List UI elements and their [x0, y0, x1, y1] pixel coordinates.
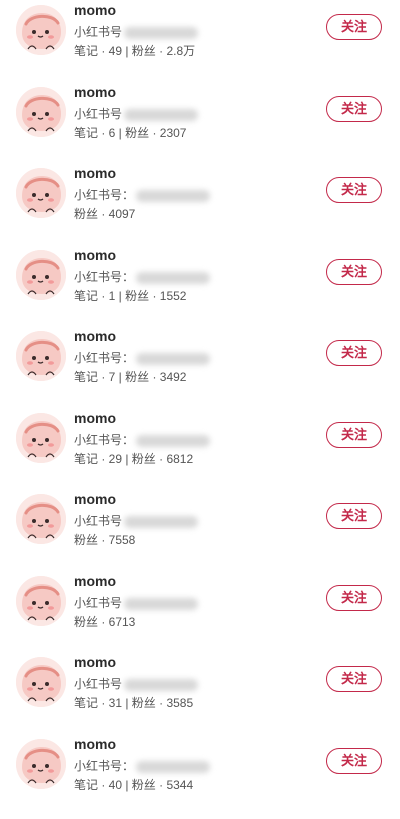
follow-button[interactable]: 关注: [326, 177, 382, 203]
user-name[interactable]: momo: [74, 573, 116, 589]
user-name[interactable]: momo: [74, 491, 116, 507]
xhs-id-line: 小红书号: [74, 512, 199, 529]
follow-button[interactable]: 关注: [326, 585, 382, 611]
user-stats: 笔记 · 40 | 粉丝 · 5344: [74, 778, 194, 792]
follow-button[interactable]: 关注: [326, 748, 382, 774]
xhs-id-line: 小红书号: [74, 675, 199, 692]
xhs-id-label: 小红书号：: [74, 188, 135, 202]
xhs-id-line: 小红书号：: [74, 431, 211, 448]
user-stats: 笔记 · 7 | 粉丝 · 3492: [74, 370, 187, 384]
xhs-id-label: 小红书号：: [74, 351, 135, 365]
user-stats: 粉丝 · 4097: [74, 207, 136, 221]
redacted-id: [124, 597, 199, 610]
avatar[interactable]: [16, 739, 66, 789]
follow-button[interactable]: 关注: [326, 96, 382, 122]
follow-button[interactable]: 关注: [326, 340, 382, 366]
redacted-id: [136, 271, 211, 284]
user-list: momo 小红书号 笔记 · 49 | 粉丝 · 2.8万 关注 momo 小红书号 笔记 …: [0, 0, 400, 819]
avatar[interactable]: [16, 494, 66, 544]
xhs-id-line: 小红书号: [74, 105, 199, 122]
user-stats: 笔记 · 6 | 粉丝 · 2307: [74, 126, 187, 140]
user-stats: 笔记 · 29 | 粉丝 · 6812: [74, 452, 194, 466]
avatar[interactable]: [16, 87, 66, 137]
avatar[interactable]: [16, 576, 66, 626]
follow-button[interactable]: 关注: [326, 259, 382, 285]
xhs-id-line: 小红书号: [74, 23, 199, 40]
user-row[interactable]: momo 小红书号粉丝 · 6713 关注: [0, 571, 400, 653]
xhs-id-label: 小红书号：: [74, 270, 135, 284]
user-row[interactable]: momo 小红书号： 粉丝 · 4097 关注: [0, 163, 400, 245]
user-row[interactable]: momo 小红书号： 笔记 · 40 | 粉丝 · 5344 关注: [0, 734, 400, 816]
xhs-id-label: 小红书号: [74, 677, 123, 691]
user-name[interactable]: momo: [74, 165, 116, 181]
xhs-id-line: 小红书号：: [74, 186, 211, 203]
user-row[interactable]: momo 小红书号： 笔记 · 1 | 粉丝 · 1552 关注: [0, 245, 400, 327]
avatar[interactable]: [16, 5, 66, 55]
xhs-id-line: 小红书号：: [74, 757, 211, 774]
xhs-id-line: 小红书号：: [74, 268, 211, 285]
user-stats: 粉丝 · 7558: [74, 533, 136, 547]
user-row[interactable]: momo 小红书号笔记 · 49 | 粉丝 · 2.8万 关注: [0, 0, 400, 82]
user-name[interactable]: momo: [74, 410, 116, 426]
xhs-id-line: 小红书号：: [74, 349, 211, 366]
user-row[interactable]: momo 小红书号： 笔记 · 7 | 粉丝 · 3492 关注: [0, 326, 400, 408]
redacted-id: [124, 108, 199, 121]
redacted-id: [124, 515, 199, 528]
avatar[interactable]: [16, 413, 66, 463]
redacted-id: [136, 352, 211, 365]
xhs-id-label: 小红书号: [74, 596, 123, 610]
user-row[interactable]: momo 小红书号粉丝 · 7558 关注: [0, 489, 400, 571]
follow-button[interactable]: 关注: [326, 422, 382, 448]
avatar[interactable]: [16, 168, 66, 218]
user-stats: 笔记 · 49 | 粉丝 · 2.8万: [74, 44, 196, 58]
user-name[interactable]: momo: [74, 2, 116, 18]
xhs-id-label: 小红书号：: [74, 759, 135, 773]
xhs-id-label: 小红书号: [74, 514, 123, 528]
xhs-id-label: 小红书号: [74, 25, 123, 39]
xhs-id-label: 小红书号: [74, 107, 123, 121]
avatar[interactable]: [16, 250, 66, 300]
follow-button[interactable]: 关注: [326, 503, 382, 529]
user-row[interactable]: momo 小红书号笔记 · 31 | 粉丝 · 3585 关注: [0, 652, 400, 734]
user-name[interactable]: momo: [74, 328, 116, 344]
user-name[interactable]: momo: [74, 654, 116, 670]
avatar[interactable]: [16, 331, 66, 381]
redacted-id: [124, 26, 199, 39]
user-stats: 粉丝 · 6713: [74, 615, 136, 629]
redacted-id: [124, 678, 199, 691]
user-stats: 笔记 · 31 | 粉丝 · 3585: [74, 696, 194, 710]
user-row[interactable]: momo 小红书号笔记 · 6 | 粉丝 · 2307 关注: [0, 82, 400, 164]
avatar[interactable]: [16, 657, 66, 707]
redacted-id: [136, 434, 211, 447]
follow-button[interactable]: 关注: [326, 666, 382, 692]
user-name[interactable]: momo: [74, 736, 116, 752]
follow-button[interactable]: 关注: [326, 14, 382, 40]
redacted-id: [136, 760, 211, 773]
redacted-id: [136, 189, 211, 202]
user-name[interactable]: momo: [74, 84, 116, 100]
xhs-id-line: 小红书号: [74, 594, 199, 611]
xhs-id-label: 小红书号：: [74, 433, 135, 447]
user-stats: 笔记 · 1 | 粉丝 · 1552: [74, 289, 187, 303]
user-row[interactable]: momo 小红书号： 笔记 · 29 | 粉丝 · 6812 关注: [0, 408, 400, 490]
user-name[interactable]: momo: [74, 247, 116, 263]
